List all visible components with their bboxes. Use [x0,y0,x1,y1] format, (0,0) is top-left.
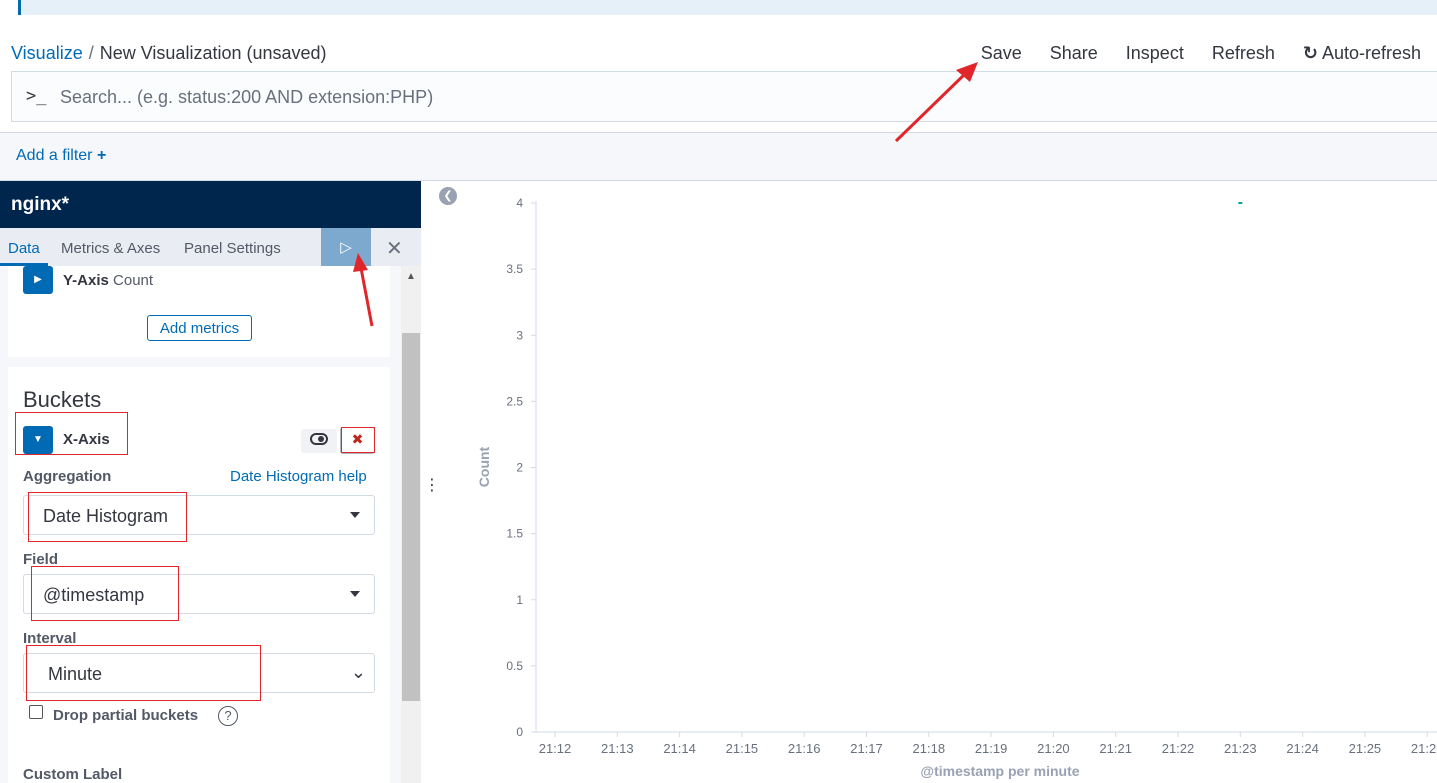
share-button[interactable]: Share [1050,43,1098,64]
x-tick-label: 21:20 [1037,741,1070,756]
x-tick-label: 21:22 [1162,741,1195,756]
auto-refresh-button[interactable]: ↻ Auto-refresh [1303,43,1421,64]
question-icon[interactable]: ? [218,706,238,726]
y-tick-label: 2 [516,461,523,475]
x-tick-label: 21:24 [1286,741,1319,756]
x-tick-label: 21:17 [850,741,883,756]
editor-tabs: Data Metrics & Axes Panel Settings ▷ ✕ [0,228,421,266]
x-tick-label: 21:15 [726,741,759,756]
close-icon[interactable]: ✕ [386,236,403,261]
resize-handle[interactable]: ⋮ [424,478,440,494]
scrollbar-thumb[interactable] [402,333,420,701]
add-filter-link[interactable]: Add a filter + [16,147,106,165]
auto-refresh-label: Auto-refresh [1321,43,1421,63]
tab-data[interactable]: Data [8,240,40,257]
x-tick-label: 21:19 [975,741,1008,756]
add-metrics-button[interactable]: Add metrics [147,315,252,341]
x-tick-label: 21:12 [539,741,572,756]
add-filter-label: Add a filter [16,147,93,164]
chart-area: 0 0.5 1 1.5 2 2.5 3 3.5 4 21:12 21:13 21:14 21:15 21… [436,181,1437,783]
x-tick-label: 21:25 [1349,741,1382,756]
chevron-down-icon: ⌄ [350,662,366,682]
breadcrumb-visualize-link[interactable]: Visualize [11,43,83,63]
query-language-icon[interactable]: >_ [26,86,46,106]
breadcrumb-separator: / [88,43,94,63]
toggle-aggregation-button[interactable] [301,429,337,453]
refresh-icon: ↻ [1302,43,1318,63]
y-axis-title: Count [476,446,492,487]
y-tick-label: 1.5 [506,527,523,541]
annotation-box-remove [341,427,375,453]
line-chart: 0 0.5 1 1.5 2 2.5 3 3.5 4 21:12 21:13 21:14 21:15 21… [476,196,1437,779]
breadcrumb-current: New Visualization (unsaved) [99,43,327,63]
x-tick-label: 21:23 [1224,741,1257,756]
search-input[interactable] [60,80,1360,114]
y-tick-label: 4 [516,196,523,210]
y-tick-label: 2.5 [506,394,523,408]
top-menu: Save Share Inspect Refresh ↻ Auto-refresh [981,43,1421,64]
x-tick-label: 21:14 [663,741,696,756]
expand-yaxis-button[interactable]: ▶ [23,266,53,294]
y-tick-label: 0.5 [506,659,523,673]
x-tick-label: 21:26 [1411,741,1437,756]
query-bar: >_ [11,71,1437,122]
drop-partial-label: Drop partial buckets [53,707,199,724]
drop-partial-checkbox[interactable] [29,705,43,719]
tab-metrics-axes[interactable]: Metrics & Axes [61,240,160,257]
annotation-box-xaxis [15,412,128,455]
sidebar-scrollbar[interactable]: ▲ [401,266,421,783]
y-tick-label: 0 [516,725,523,739]
inspect-button[interactable]: Inspect [1126,43,1184,64]
scroll-up-icon[interactable]: ▲ [406,271,416,282]
annotation-box-field [31,566,179,621]
toggle-icon [310,433,328,445]
buckets-title: Buckets [23,387,102,412]
save-button[interactable]: Save [981,43,1022,64]
index-pattern-title: nginx* [0,181,421,228]
y-tick-label: 3 [516,328,523,342]
refresh-button[interactable]: Refresh [1212,43,1275,64]
x-tick-label: 21:18 [913,741,946,756]
x-tick-label: 21:16 [788,741,821,756]
filter-bar: Add a filter + [0,132,1437,181]
y-tick-label: 3.5 [506,262,523,276]
caret-down-icon [350,591,360,597]
breadcrumb: Visualize / New Visualization (unsaved) [11,43,327,64]
yaxis-name: Y-Axis [63,272,109,289]
apply-changes-button[interactable]: ▷ [321,228,371,266]
x-axis-title: @timestamp per minute [920,763,1079,779]
annotation-box-aggregation [28,492,187,542]
x-tick-label: 21:21 [1099,741,1132,756]
aggregation-label: Aggregation [23,468,112,485]
play-icon: ▷ [340,239,352,256]
plus-icon: + [96,147,107,164]
date-histogram-help-link[interactable]: Date Histogram help [230,468,367,485]
annotation-box-interval [26,645,261,701]
metrics-card: ▶ Y-Axis Count Add metrics [8,266,390,357]
custom-label-label: Custom Label [23,766,123,783]
tab-panel-settings[interactable]: Panel Settings [184,240,281,257]
caret-down-icon [350,512,360,518]
yaxis-agg-label: Y-Axis Count [63,272,153,289]
x-tick-label: 21:13 [601,741,634,756]
caret-right-icon: ▶ [34,274,42,285]
y-tick-label: 1 [516,593,523,607]
yaxis-agg: Count [113,272,154,289]
editor-sidebar: nginx* Data Metrics & Axes Panel Setting… [0,181,421,783]
info-banner [18,0,1437,15]
